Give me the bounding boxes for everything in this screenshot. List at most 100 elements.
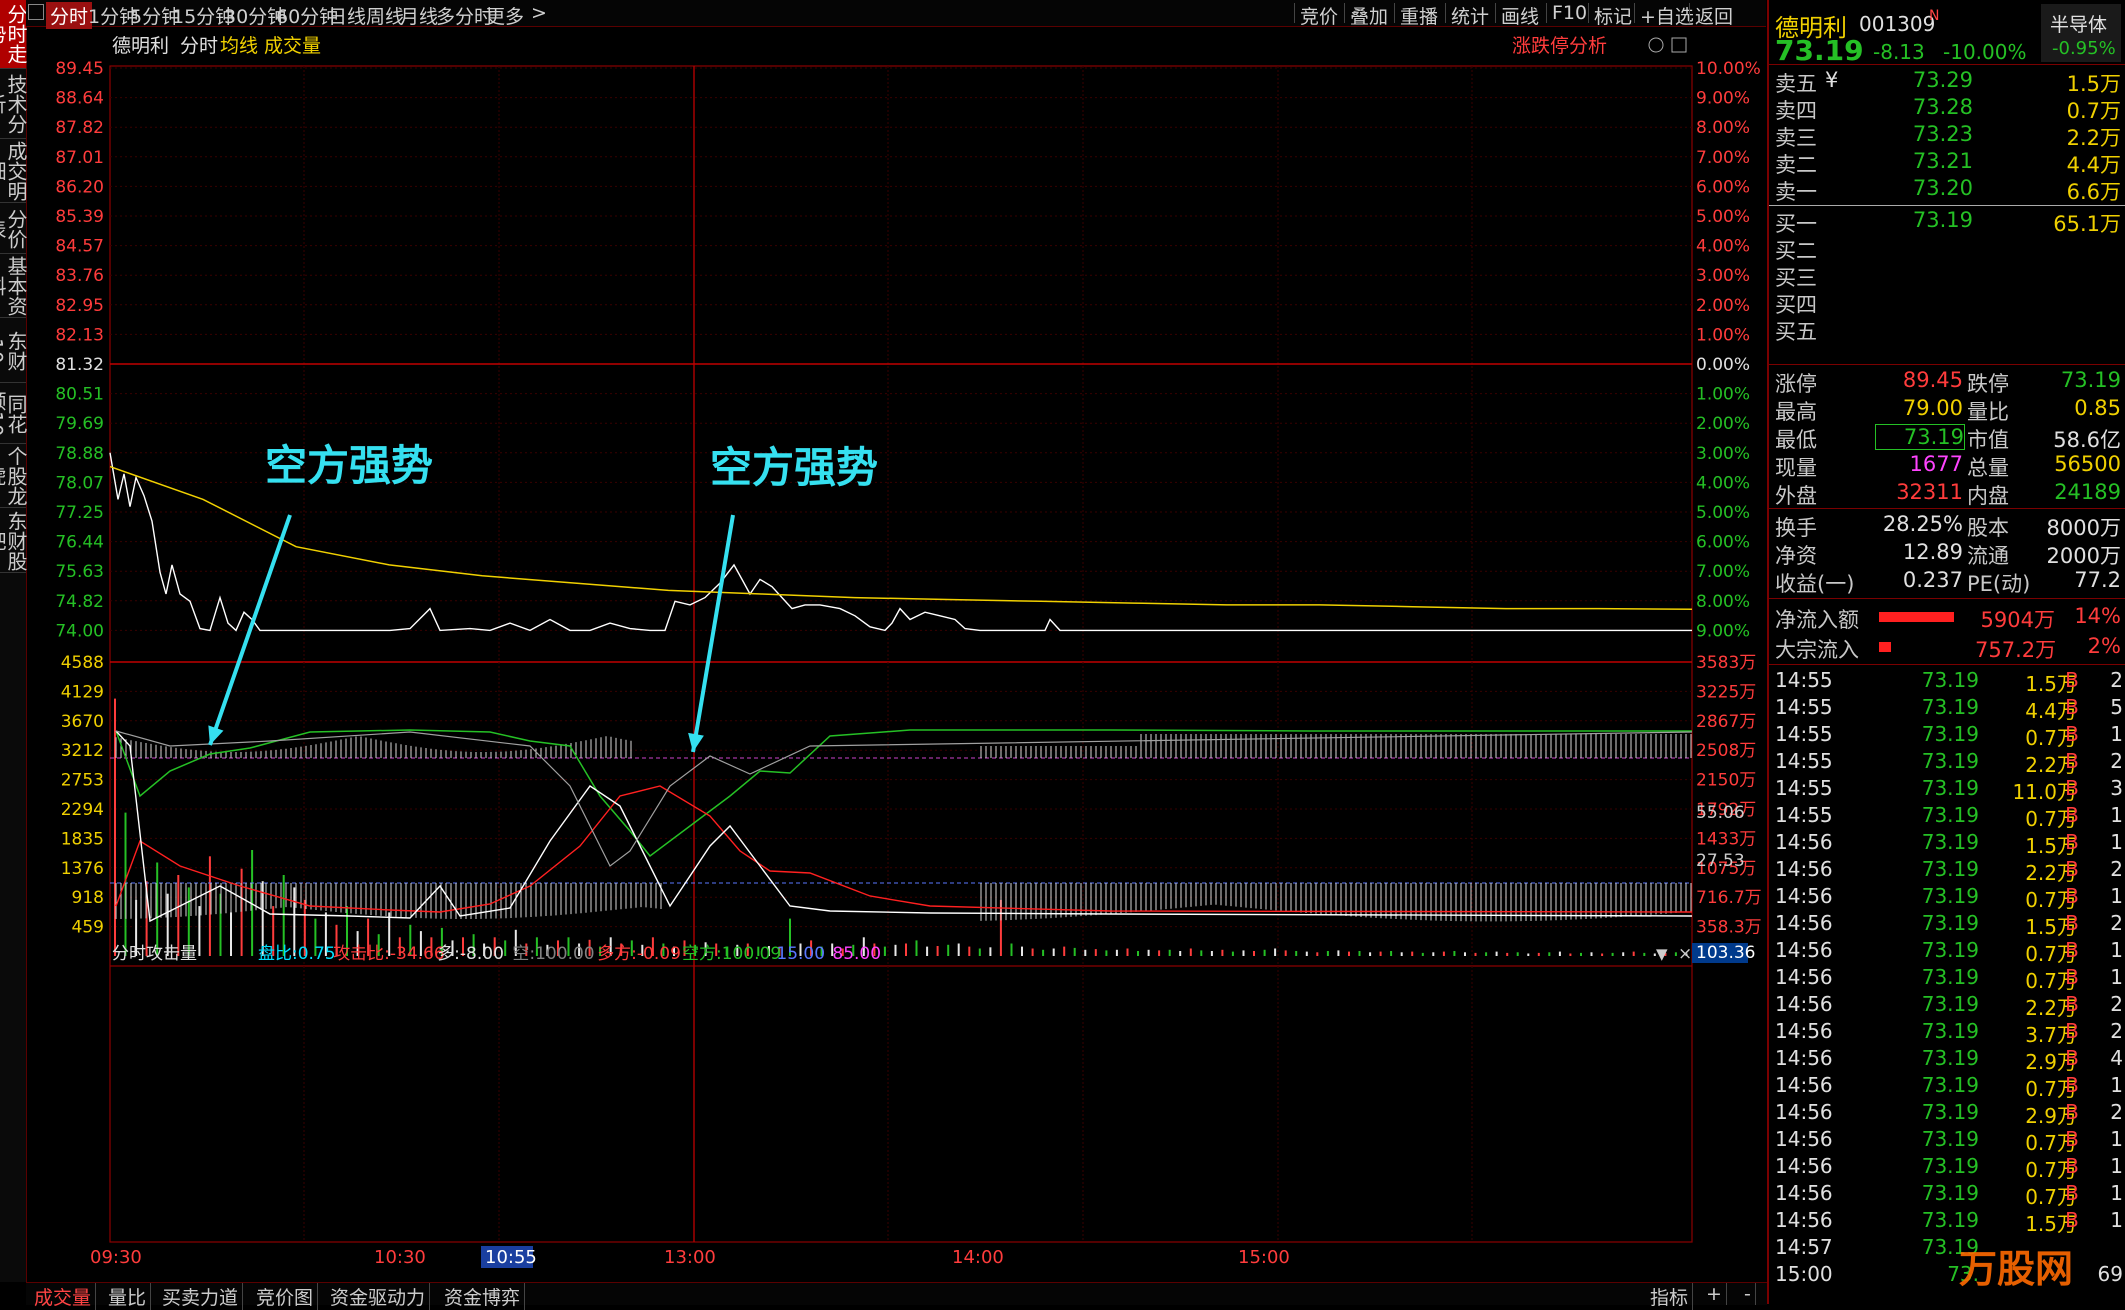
bid-label: 买四 [1775,293,1817,317]
bottom-right-2[interactable]: - [1740,1283,1756,1305]
ask-row[interactable]: 卖五 ¥73.29 1.5万 [1775,68,2123,96]
stat-value: 0.85 [2074,396,2121,420]
toolbar-button-0[interactable]: 竞价 [1300,2,1338,29]
volume-bar [1084,949,1087,956]
volume-bar [1063,946,1066,956]
stat-row: 外盘 32311 内盘 24189 [1775,480,2123,508]
toolbar-button-3[interactable]: 统计 [1451,2,1489,29]
toolbar-button-5[interactable]: F10 [1552,2,1587,24]
tick-row: 14:55 73.19 1.5万 B 2 [1775,668,2123,696]
tick-time: 14:56 [1775,1208,1833,1232]
bottom-tab-2[interactable]: 买卖力道 [158,1283,244,1310]
bid-row[interactable]: 买四 [1775,289,2123,317]
chart-frame [109,65,1693,1243]
toolbar-button-8[interactable]: 返回 [1695,2,1733,29]
period-tab-9[interactable]: 多分时 [436,2,493,29]
stat-label: 最高 [1775,400,1817,424]
period-tab-6[interactable]: 日线 [328,2,366,29]
volume-bar [1590,952,1593,956]
volume-bar [230,912,232,956]
annotation-label: 空方强势 [265,441,433,490]
bottom-tab-5[interactable]: 资金博弈 [440,1283,526,1310]
left-tab-6[interactable]: 同花顺10 [0,385,28,444]
arrow-head-icon [688,732,704,752]
pct-axis-label: 1.00% [1696,325,1750,345]
period-tab-10[interactable]: 更多 [486,2,524,29]
volume-bar [1369,952,1372,956]
tick-price: 73.19 [1921,749,1979,773]
tick-price: 73.19 [1921,1127,1979,1151]
flow-row: 净流入额 5904万 14% [1775,604,2123,632]
ask-row[interactable]: 卖四 73.28 0.7万 [1775,95,2123,123]
left-tab-0[interactable]: 分时走势 [0,0,28,69]
volume-bar [936,946,939,956]
toolbar-button-4[interactable]: 画线 [1501,2,1539,29]
tick-price: 73.19 [1921,938,1979,962]
time-axis-label: 10:30 [374,1247,426,1268]
toolbar-left-box-icon[interactable] [28,4,44,20]
period-tab-0[interactable]: 分时 [46,2,93,29]
bottom-tab-0[interactable]: 成交量 [30,1283,97,1310]
bottom-tab-4[interactable]: 资金驱动力 [326,1283,431,1310]
fund-label: 收益(一) [1775,572,1855,596]
tick-count: 2 [2110,911,2123,935]
bottom-right-1[interactable]: + [1702,1283,1727,1305]
bottom-tab-3[interactable]: 竞价图 [252,1283,319,1310]
bid-row[interactable]: 买三 [1775,262,2123,290]
indicator-close-icon[interactable]: × [1678,944,1692,964]
indicator-item-6: 15.00 [776,944,825,964]
period-tab-8[interactable]: 月线 [400,2,438,29]
ask-row[interactable]: 卖二 73.21 4.4万 [1775,149,2123,177]
ask-label: 卖五 [1775,72,1817,96]
left-tab-2[interactable]: 成交明细 [0,140,28,203]
price-change-pct: -10.00% [1943,40,2027,64]
left-tab-3[interactable]: 分价表 [0,205,28,254]
bid-row[interactable]: 买二 [1775,235,2123,263]
tick-price: 73.19 [1921,803,1979,827]
bottom-right-0[interactable]: 指标 [1646,1283,1694,1310]
toolbar-separator [1344,3,1345,23]
bid-label: 买二 [1775,239,1817,263]
pct-axis-label: 9.00% [1696,89,1750,109]
volume-bar [1295,951,1298,956]
maximize-icon[interactable] [1671,37,1687,53]
volume-axis-label: 1835 [61,829,104,849]
indicator-dropdown-icon[interactable]: ▼ [1656,945,1668,963]
tick-row: 14:55 73.19 0.7万 B 1 [1775,722,2123,750]
zoom-in-icon[interactable] [1648,37,1664,53]
limit-analysis-link[interactable]: 涨跌停分析 [1512,35,1607,57]
tick-side: B [2065,1154,2079,1178]
toolbar-button-7[interactable]: +自选 [1640,2,1694,29]
volume-axis-label: 1376 [61,859,104,879]
ask-row[interactable]: 卖三 73.23 2.2万 [1775,122,2123,150]
volume-bar [1453,951,1456,956]
toolbar-button-6[interactable]: 标记 [1594,2,1632,29]
toolbar-separator [1689,3,1690,23]
toolbar-button-1[interactable]: 叠加 [1350,2,1388,29]
left-tab-strip: 分时走势技术分析成交明细分价表基本资料东财10 同花顺10 个股龙虎东财股吧 [0,0,28,1282]
ask-row[interactable]: 卖一 73.20 6.6万 [1775,176,2123,204]
more-arrow-icon[interactable]: > [531,2,547,24]
volume-bar [1580,952,1582,956]
left-tab-8[interactable]: 东财股吧 [0,510,28,573]
stat-row: 最低 73.19 市值 58.6亿 [1775,424,2123,452]
bid-row[interactable]: 买一 73.19 65.1万 [1775,208,2123,236]
left-tab-7[interactable]: 个股龙虎 [0,445,28,508]
left-tab-4[interactable]: 基本资料 [0,255,28,318]
tick-row: 14:56 73.19 2.9万 B 4 [1775,1046,2123,1074]
bid-volume: 65.1万 [2053,212,2121,236]
bottom-tab-1[interactable]: 量比 [104,1283,152,1310]
toolbar-separator [1634,3,1635,23]
price-axis-label: 84.57 [55,237,104,257]
stat-label: 现量 [1775,456,1817,480]
divider [1769,364,2125,365]
volume-bar [1442,951,1445,956]
price-axis-label: 88.64 [55,89,104,109]
tick-side: B [2065,1127,2079,1151]
left-tab-5[interactable]: 东财10 [0,320,28,383]
left-tab-1[interactable]: 技术分析 [0,70,28,139]
bid-row[interactable]: 买五 [1775,316,2123,344]
toolbar-button-2[interactable]: 重播 [1400,2,1438,29]
period-tab-7[interactable]: 周线 [366,2,404,29]
fundamental-row: 换手 28.25% 股本 8000万 [1775,512,2123,540]
